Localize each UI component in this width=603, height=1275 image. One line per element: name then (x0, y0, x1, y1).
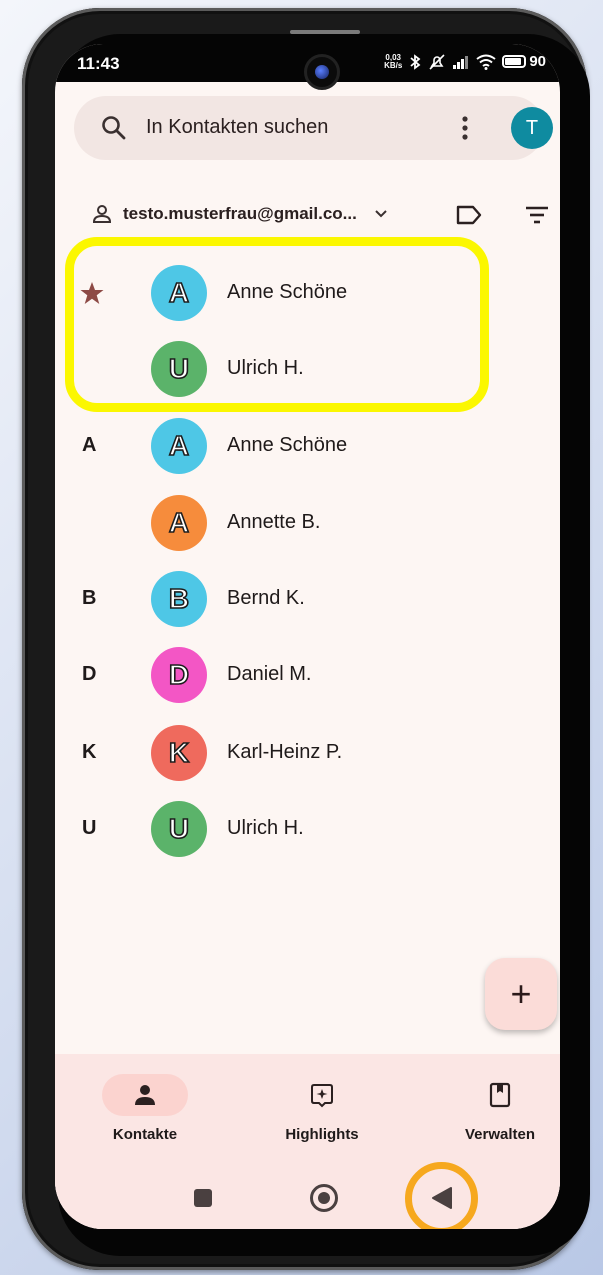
more-vert-icon[interactable] (460, 114, 470, 142)
section-letter: B (82, 587, 97, 609)
section-letter: K (82, 741, 97, 763)
account-email: testo.musterfrau@gmail.co... (123, 204, 357, 223)
contact-avatar: D (151, 647, 207, 703)
nav-item-highlights[interactable]: Highlights (262, 1074, 382, 1143)
signal-icon (453, 55, 469, 69)
section-letter: D (82, 663, 97, 685)
contact-row[interactable]: U U Ulrich H. (55, 796, 560, 862)
account-avatar[interactable]: T (511, 107, 553, 149)
search-input[interactable]: In Kontakten suchen (146, 116, 328, 139)
contact-name: Anne Schöne (227, 434, 348, 456)
label-icon[interactable] (455, 204, 483, 226)
network-speed: 0,03 KB/s (384, 52, 403, 70)
chevron-down-icon (375, 210, 387, 218)
recents-button[interactable] (194, 1189, 212, 1207)
highlight-box (65, 237, 489, 412)
home-button[interactable] (310, 1184, 338, 1212)
section-letter: U (82, 817, 97, 839)
contact-name: Ulrich H. (227, 817, 304, 839)
contact-row[interactable]: B B Bernd K. (55, 566, 560, 632)
back-button[interactable] (427, 1184, 457, 1212)
contact-row[interactable]: A A Anne Schöne (55, 413, 560, 479)
contact-row[interactable]: K K Karl-Heinz P. (55, 720, 560, 786)
search-icon[interactable] (100, 114, 128, 142)
phone-screen: 11:43 0,03 KB/s 90 In Kontakten suchen T… (55, 44, 560, 1229)
contact-name: Annette B. (227, 511, 321, 533)
person-outline-icon (92, 205, 112, 223)
person-icon (135, 1085, 155, 1105)
account-selector[interactable]: testo.musterfrau@gmail.co... (91, 202, 389, 226)
mute-icon (429, 53, 445, 70)
add-contact-button[interactable]: + (485, 958, 557, 1030)
contact-avatar: U (151, 801, 207, 857)
contact-name: Bernd K. (227, 587, 305, 609)
system-navigation (55, 1162, 560, 1229)
battery-indicator: 90 (502, 53, 546, 70)
front-camera (304, 54, 340, 90)
nav-pill[interactable] (457, 1074, 543, 1116)
contact-avatar: K (151, 725, 207, 781)
nav-label: Verwalten (464, 1126, 536, 1143)
contact-avatar: A (151, 495, 207, 551)
bluetooth-icon (410, 53, 421, 70)
search-bar[interactable]: In Kontakten suchen T (74, 96, 553, 160)
nav-label: Highlights (285, 1126, 359, 1143)
nav-pill[interactable] (279, 1074, 365, 1116)
plus-icon: + (510, 973, 532, 1014)
nav-item-verwalten[interactable]: Verwalten (440, 1074, 560, 1143)
nav-item-kontakte[interactable]: Kontakte (85, 1074, 205, 1143)
nav-label: Kontakte (112, 1126, 178, 1143)
contact-row[interactable]: D D Daniel M. (55, 642, 560, 708)
status-time: 11:43 (77, 54, 120, 73)
wifi-icon (476, 54, 496, 70)
contact-name: Karl-Heinz P. (227, 741, 343, 763)
book-icon (489, 1082, 511, 1108)
sparkle-icon (311, 1084, 333, 1108)
contact-row[interactable]: A Annette B. (55, 490, 560, 556)
status-icons: 0,03 KB/s 90 (384, 53, 546, 70)
contact-avatar: A (151, 418, 207, 474)
section-letter: A (82, 434, 97, 456)
battery-icon (502, 55, 527, 68)
nav-pill-active[interactable] (102, 1074, 188, 1116)
contact-avatar: B (151, 571, 207, 627)
filter-icon[interactable] (524, 204, 550, 226)
contact-name: Daniel M. (227, 663, 312, 685)
